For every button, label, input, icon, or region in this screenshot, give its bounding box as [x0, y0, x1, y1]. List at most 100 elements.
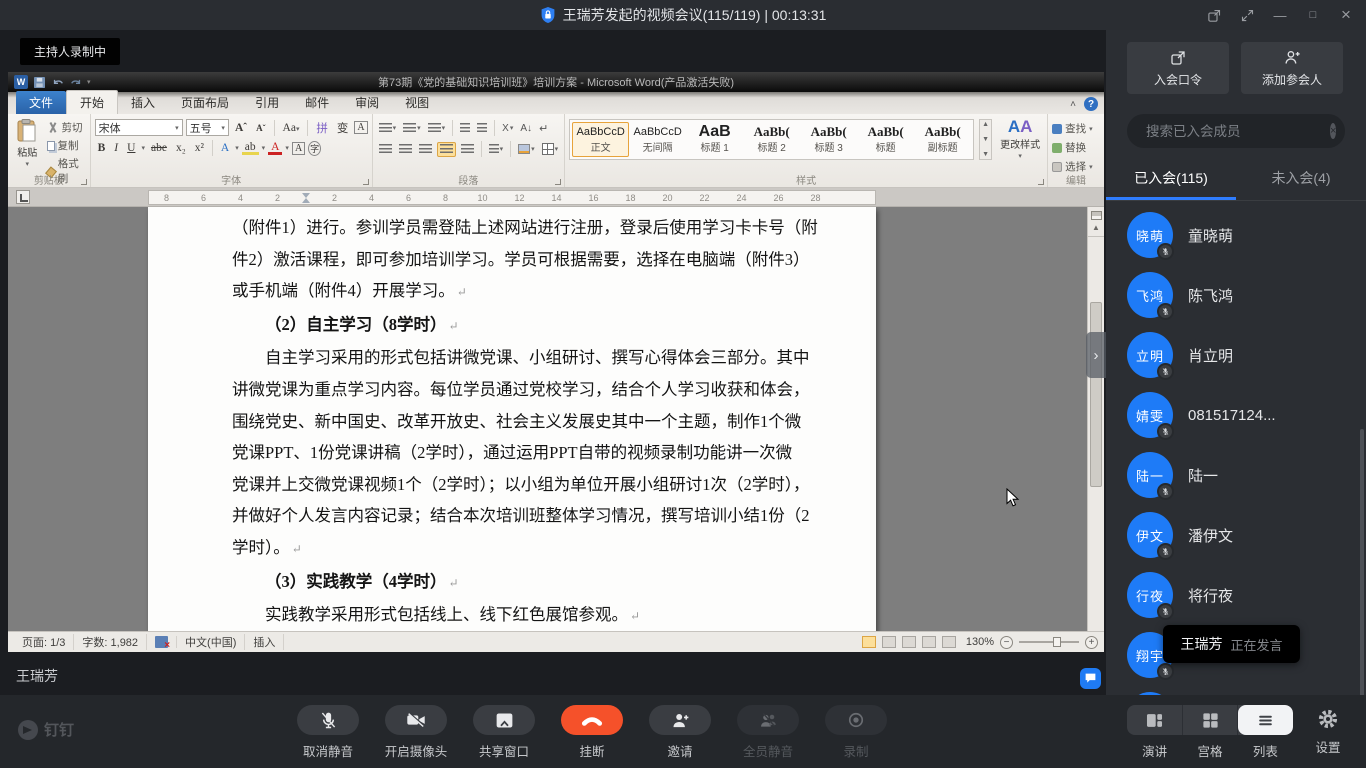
view-grid-button[interactable]	[1183, 705, 1239, 735]
indent-markers[interactable]	[296, 193, 316, 203]
phonetic-guide-button[interactable]: 拼	[313, 120, 331, 136]
zoom-slider[interactable]	[1019, 641, 1079, 643]
word-ribbon-tab[interactable]: 文件	[16, 91, 66, 114]
change-styles-button[interactable]: AA 更改样式 ▾	[997, 119, 1043, 160]
member-row[interactable]: 婧雯 081517124...	[1106, 385, 1366, 445]
help-icon[interactable]: ?	[1084, 97, 1098, 111]
grow-font-button[interactable]: Aˆ	[232, 122, 250, 134]
outline-view-icon[interactable]	[922, 636, 936, 648]
popout-icon[interactable]	[1206, 7, 1222, 23]
zoom-in-button[interactable]: +	[1085, 636, 1098, 649]
close-button[interactable]: ×	[1338, 7, 1354, 23]
hangup-button[interactable]: 挂断	[561, 705, 623, 760]
language-indicator[interactable]: 中文(中国)	[177, 634, 245, 650]
word-ribbon-tab[interactable]: 邮件	[292, 91, 342, 114]
distribute-button[interactable]	[459, 143, 476, 156]
numbering-button[interactable]: ▾	[401, 122, 423, 135]
align-right-button[interactable]	[417, 143, 434, 156]
style-item[interactable]: AaBb( 副标题	[914, 122, 971, 157]
fullscreen-reading-view-icon[interactable]	[882, 636, 896, 648]
page-indicator[interactable]: 页面: 1/3	[14, 634, 74, 650]
justify-button[interactable]	[437, 142, 456, 157]
font-color-button[interactable]: A	[268, 142, 282, 155]
word-ribbon-tab[interactable]: 开始	[66, 90, 118, 114]
style-item[interactable]: AaBbCcD 无间隔	[629, 122, 686, 157]
web-layout-view-icon[interactable]	[902, 636, 916, 648]
shrink-font-button[interactable]: Aˇ	[253, 123, 269, 133]
document-scrollbar[interactable]: ▲	[1087, 207, 1104, 631]
horizontal-ruler[interactable]: 8642 246810121416182022242628	[8, 188, 1104, 207]
character-border-button[interactable]: A	[354, 121, 367, 134]
save-icon[interactable]	[33, 76, 46, 89]
scroll-up-icon[interactable]: ▲	[1092, 223, 1100, 232]
sort-button[interactable]: A↓	[518, 122, 534, 135]
dialog-launcher-icon[interactable]	[81, 179, 87, 185]
increase-indent-button[interactable]	[475, 122, 489, 135]
shading-button[interactable]: ▾	[516, 143, 537, 155]
copy-button[interactable]: 复制	[47, 138, 86, 153]
italic-button[interactable]: I	[111, 142, 121, 154]
style-item[interactable]: AaBb( 标题 2	[743, 122, 800, 157]
tab-not-joined[interactable]: 未入会(4)	[1236, 158, 1366, 200]
scrollbar-thumb[interactable]	[1090, 302, 1102, 487]
zoom-level[interactable]: 130%	[966, 636, 994, 648]
find-button[interactable]: 查找▾	[1052, 121, 1100, 136]
word-ribbon-tab[interactable]: 引用	[242, 91, 292, 114]
maximize-button[interactable]: □	[1305, 7, 1321, 23]
cut-button[interactable]: 剪切	[47, 120, 86, 135]
character-shading-button[interactable]: A	[292, 142, 305, 155]
subscript-button[interactable]: x₂	[173, 142, 189, 154]
view-list-button[interactable]	[1238, 705, 1293, 735]
chat-bubble-icon[interactable]	[1080, 668, 1101, 689]
camera-on-button[interactable]: 开启摄像头	[385, 705, 447, 760]
font-size-select[interactable]: 五号▾	[186, 119, 229, 136]
font-name-select[interactable]: 宋体▾	[95, 119, 183, 136]
member-row[interactable]: 晓萌 童晓萌	[1106, 205, 1366, 265]
ruler-toggle-icon[interactable]	[1091, 211, 1102, 220]
borders-button[interactable]: ▾	[540, 142, 561, 156]
bullets-button[interactable]: ▾	[377, 122, 399, 135]
superscript-button[interactable]: x²	[192, 142, 207, 154]
insert-mode-indicator[interactable]: 插入	[245, 634, 284, 650]
panel-collapse-handle[interactable]: ›	[1086, 332, 1106, 378]
add-participant-button[interactable]: 添加参会人	[1241, 42, 1343, 94]
align-center-button[interactable]	[397, 143, 414, 156]
word-ribbon-tab[interactable]: 视图	[392, 91, 442, 114]
replace-button[interactable]: 替换	[1052, 140, 1100, 155]
quick-access-dropdown-icon[interactable]: ▾	[87, 78, 91, 86]
member-row[interactable]: 陆一 陆一	[1106, 445, 1366, 505]
search-input[interactable]	[1146, 124, 1323, 139]
word-ribbon-tab[interactable]: 插入	[118, 91, 168, 114]
member-row[interactable]: 立明 肖立明	[1106, 325, 1366, 385]
draft-view-icon[interactable]	[942, 636, 956, 648]
line-spacing-button[interactable]: ▾	[487, 143, 506, 156]
search-box[interactable]: ×	[1127, 114, 1345, 148]
word-count[interactable]: 字数: 1,982	[74, 634, 147, 650]
underline-button[interactable]: U	[124, 142, 138, 154]
share-window-button[interactable]: 共享窗口	[473, 705, 535, 760]
align-left-button[interactable]	[377, 143, 394, 156]
style-item[interactable]: AaBb( 标题	[857, 122, 914, 157]
unmute-button[interactable]: 取消静音	[297, 705, 359, 760]
word-ribbon-tab[interactable]: 页面布局	[168, 91, 242, 114]
tab-joined[interactable]: 已入会(115)	[1106, 158, 1236, 200]
settings-button[interactable]: 设置	[1306, 707, 1350, 756]
enclose-characters-button[interactable]: 字	[308, 141, 321, 156]
bold-button[interactable]: B	[95, 142, 109, 154]
style-item[interactable]: AaBbCcD 正文	[572, 122, 629, 157]
undo-icon[interactable]	[51, 76, 64, 89]
change-case-button[interactable]: Aa▾	[280, 122, 303, 134]
invite-button[interactable]: 邀请	[649, 705, 711, 760]
member-row[interactable]: 行夜 将行夜	[1106, 565, 1366, 625]
ribbon-collapse-icon[interactable]: ˄	[1070, 99, 1076, 110]
record-button[interactable]: 录制	[825, 705, 887, 760]
tab-selector[interactable]	[16, 190, 30, 204]
zoom-out-button[interactable]: −	[1000, 636, 1013, 649]
dialog-launcher-icon[interactable]	[555, 179, 561, 185]
dialog-launcher-icon[interactable]	[1038, 179, 1044, 185]
styles-scroll[interactable]: ▲▼▼	[979, 119, 992, 160]
asian-layout-button[interactable]: X▾	[500, 122, 515, 135]
minimize-button[interactable]: —	[1272, 7, 1288, 23]
highlight-color-button[interactable]: ab	[242, 142, 259, 155]
clear-search-icon[interactable]: ×	[1330, 123, 1336, 139]
